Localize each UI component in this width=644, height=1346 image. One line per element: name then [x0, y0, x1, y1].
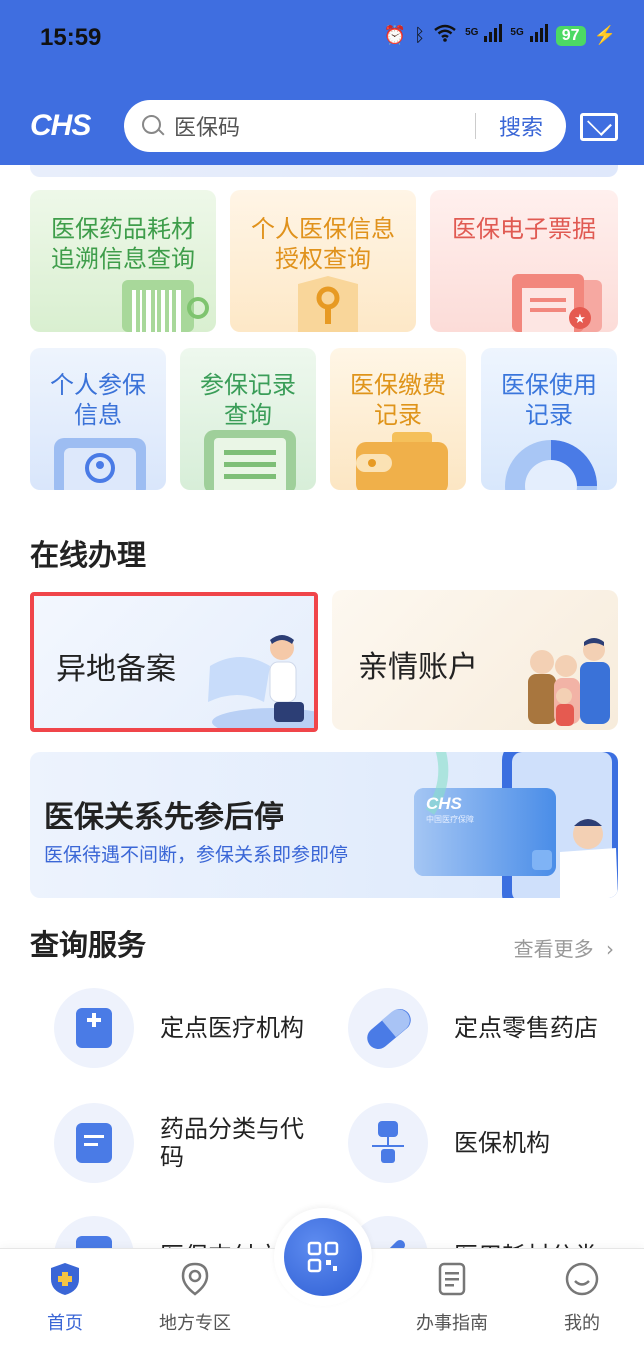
wifi-icon: [433, 24, 457, 47]
svg-text:★: ★: [574, 312, 586, 327]
nav-home[interactable]: 首页: [15, 1261, 115, 1335]
clipboard-icon: [204, 430, 296, 490]
banner-carousel-edge[interactable]: [30, 165, 618, 177]
app-header: 15:59 ⏰ ᛒ 5G 5G 97 ⚡ CHS 医保码 搜索: [0, 0, 644, 165]
promo-subtitle: 医保待遇不间断，参保关系即参即停: [44, 844, 349, 866]
search-input[interactable]: 医保码: [174, 110, 475, 142]
tile-label: 个人医保信息 授权查询: [230, 214, 416, 274]
insurance-card-illustration: [414, 752, 618, 898]
nav-service-guide[interactable]: 办事指南: [402, 1261, 502, 1335]
charging-icon: ⚡: [593, 25, 616, 45]
tile-label: 个人参保 信息: [30, 370, 166, 430]
status-time: 15:59: [40, 24, 102, 51]
qr-code-icon: [307, 1241, 339, 1273]
tile-label-line2: 信息: [74, 401, 122, 429]
nav-label: 首页: [47, 1313, 83, 1334]
promo-banner[interactable]: 医保关系先参后停 医保待遇不间断，参保关系即参即停 CHS 中国医疗保障: [30, 752, 618, 898]
service-medical-institution[interactable]: 定点医疗机构: [54, 988, 344, 1068]
network-5g-label: 5G: [510, 27, 524, 38]
tile-label: 医保药品耗材 追溯信息查询: [30, 214, 216, 274]
network-5g-label: 5G: [465, 27, 479, 38]
mail-icon[interactable]: [580, 113, 618, 141]
tile-label-line2: 记录: [525, 401, 573, 429]
tile-personal-auth-query[interactable]: 个人医保信息 授权查询: [230, 190, 416, 332]
service-retail-pharmacy[interactable]: 定点零售药店: [348, 988, 638, 1068]
smiley-icon: [564, 1261, 600, 1297]
tile-label-line2: 追溯信息查询: [51, 245, 195, 273]
receipt-icon: ★: [512, 274, 602, 332]
scan-qr-button[interactable]: [284, 1218, 362, 1296]
tile-label: 参保记录 查询: [180, 370, 316, 430]
card-title: 异地备案: [56, 652, 176, 687]
nav-profile[interactable]: 我的: [532, 1261, 632, 1335]
tile-label: 医保使用 记录: [481, 370, 617, 430]
card-logo: CHS: [426, 794, 462, 813]
tile-payment-record[interactable]: 医保缴费 记录: [330, 348, 466, 490]
tile-label: 医保电子票据: [430, 214, 618, 244]
tile-label-line1: 参保记录: [200, 371, 296, 399]
tile-label-line1: 个人医保信息: [251, 215, 395, 243]
card-title: 亲情账户: [358, 650, 478, 685]
family-illustration: [528, 638, 610, 726]
tile-label-line1: 个人参保: [50, 371, 146, 399]
service-label: 定点零售药店: [454, 1014, 598, 1042]
scan-fab-wrapper: [274, 1208, 372, 1306]
service-label: 药品分类与代码: [160, 1115, 304, 1171]
service-label: 定点医疗机构: [160, 1014, 304, 1042]
battery-indicator: 97: [555, 25, 586, 46]
nav-label: 办事指南: [416, 1313, 488, 1334]
tile-e-receipt[interactable]: 医保电子票据 ★: [430, 190, 618, 332]
tile-label: 医保缴费 记录: [330, 370, 466, 430]
person-search-icon: [54, 438, 146, 490]
nav-label: 我的: [564, 1313, 600, 1334]
status-bar: 15:59 ⏰ ᛒ 5G 5G 97 ⚡: [0, 0, 644, 80]
location-pin-icon: [177, 1261, 213, 1297]
tile-label-line2: 授权查询: [275, 245, 371, 273]
tile-label-line1: 医保电子票据: [452, 215, 596, 243]
service-insurance-agency[interactable]: 医保机构: [348, 1103, 638, 1183]
chs-logo: CHS: [30, 109, 91, 142]
service-label: 医保机构: [454, 1129, 550, 1157]
card-remote-filing[interactable]: 异地备案: [30, 592, 318, 732]
chevron-right-icon: ›: [606, 937, 614, 961]
tile-insurance-record-query[interactable]: 参保记录 查询: [180, 348, 316, 490]
hospital-plus-icon: [54, 988, 134, 1068]
tile-label-line1: 医保药品耗材: [51, 215, 195, 243]
org-structure-icon: [348, 1103, 428, 1183]
card-family-account[interactable]: 亲情账户: [332, 590, 618, 730]
section-title-query: 查询服务: [30, 928, 147, 962]
search-icon: [142, 115, 164, 137]
guide-document-icon: [434, 1261, 470, 1297]
tile-label-line2: 记录: [374, 401, 422, 429]
signal-icon: 5G: [465, 24, 503, 47]
tile-drug-trace-query[interactable]: 医保药品耗材 追溯信息查询: [30, 190, 216, 332]
wallet-icon: [356, 432, 448, 490]
status-icons: ⏰ ᛒ 5G 5G 97 ⚡: [384, 24, 616, 47]
pill-icon: [348, 988, 428, 1068]
document-icon: [54, 1103, 134, 1183]
view-more-label: 查看更多: [513, 937, 594, 961]
search-bar[interactable]: 医保码 搜索: [124, 100, 566, 152]
shield-key-icon: [298, 276, 358, 332]
shield-plus-icon: [47, 1261, 83, 1297]
pie-chart-icon: [505, 440, 597, 490]
alarm-icon: ⏰: [383, 25, 407, 45]
tile-usage-record[interactable]: 医保使用 记录: [481, 348, 617, 490]
service-drug-classification[interactable]: 药品分类与代码: [54, 1103, 344, 1183]
barcode-scan-icon: [122, 280, 209, 332]
nav-label: 地方专区: [159, 1313, 231, 1334]
bluetooth-icon: ᛒ: [414, 25, 426, 45]
tile-label-line1: 医保缴费: [350, 371, 446, 399]
card-text: 中国医疗保障: [426, 815, 474, 824]
tile-label-line1: 医保使用: [501, 371, 597, 399]
nav-local-zone[interactable]: 地方专区: [145, 1261, 245, 1335]
tile-personal-insurance-info[interactable]: 个人参保 信息: [30, 348, 166, 490]
signal-icon-2: 5G: [510, 24, 548, 47]
section-title-online: 在线办理: [30, 538, 147, 572]
view-more-link[interactable]: 查看更多 ›: [514, 933, 614, 962]
search-button[interactable]: 搜索: [476, 110, 566, 142]
man-with-map-illustration: [208, 635, 314, 728]
promo-title: 医保关系先参后停: [44, 800, 284, 835]
